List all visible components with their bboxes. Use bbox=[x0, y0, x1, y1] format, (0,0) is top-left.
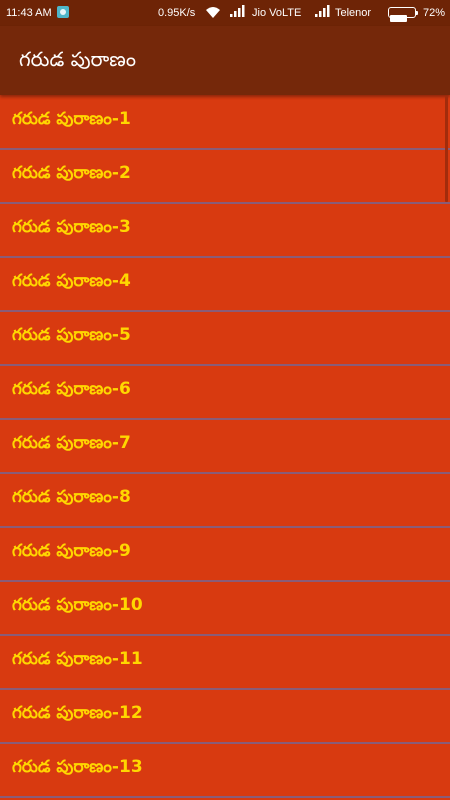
battery-icon bbox=[388, 7, 418, 22]
list-item[interactable]: గరుడ పురాణం-2 bbox=[0, 150, 450, 204]
list-item[interactable]: గరుడ పురాణం-1 bbox=[0, 96, 450, 150]
list-item-label: గరుడ పురాణం-1 bbox=[12, 109, 131, 129]
list-item[interactable]: గరుడ పురాణం-11 bbox=[0, 636, 450, 690]
signal-strength-icon bbox=[229, 4, 245, 21]
status-time: 11:43 AM bbox=[6, 7, 52, 19]
battery-fill bbox=[390, 15, 408, 22]
list-item[interactable]: గరుడ పురాణం-8 bbox=[0, 474, 450, 528]
list-item[interactable]: గరుడ పురాణం-7 bbox=[0, 420, 450, 474]
page-title: గరుడ పురాణం bbox=[19, 47, 136, 71]
app-notification-icon bbox=[57, 6, 69, 18]
battery-percent: 72% bbox=[423, 7, 446, 19]
list-item-label: గరుడ పురాణం-4 bbox=[12, 271, 131, 291]
list-item-label: గరుడ పురాణం-5 bbox=[12, 325, 131, 345]
list-item-label: గరుడ పురాణం-9 bbox=[12, 541, 131, 561]
list-item-label: గరుడ పురాణం-7 bbox=[12, 433, 131, 453]
list-item-label: గరుడ పురాణం-12 bbox=[12, 703, 143, 723]
app-bar: గరుడ పురాణం bbox=[0, 26, 450, 95]
list-item[interactable]: గరుడ పురాణం-4 bbox=[0, 258, 450, 312]
network-speed: 0.95K/s bbox=[158, 7, 196, 19]
carrier-2-name: Telenor bbox=[335, 7, 372, 19]
scrollbar[interactable] bbox=[445, 96, 448, 202]
list-item[interactable]: గరుడ పురాణం-12 bbox=[0, 690, 450, 744]
signal-strength-icon bbox=[314, 4, 330, 21]
list-item-label: గరుడ పురాణం-3 bbox=[12, 217, 131, 237]
wifi-icon bbox=[205, 5, 221, 22]
list-item[interactable]: గరుడ పురాణం-6 bbox=[0, 366, 450, 420]
list-item[interactable]: గరుడ పురాణం-10 bbox=[0, 582, 450, 636]
chapter-list[interactable]: గరుడ పురాణం-1 గరుడ పురాణం-2 గరుడ పురాణం-3 గ… bbox=[0, 96, 450, 800]
list-item-label: గరుడ పురాణం-10 bbox=[12, 595, 143, 615]
list-item-label: గరుడ పురాణం-6 bbox=[12, 379, 131, 399]
list-item[interactable]: గరుడ పురాణం-9 bbox=[0, 528, 450, 582]
list-item[interactable]: గరుడ పురాణం-5 bbox=[0, 312, 450, 366]
list-item-label: గరుడ పురాణం-8 bbox=[12, 487, 131, 507]
list-item-label: గరుడ పురాణం-11 bbox=[12, 649, 143, 669]
list-item-label: గరుడ పురాణం-2 bbox=[12, 163, 131, 183]
list-item[interactable]: గరుడ పురాణం-13 bbox=[0, 744, 450, 798]
carrier-1-name: Jio VoLTE bbox=[252, 7, 302, 19]
list-item-label: గరుడ పురాణం-13 bbox=[12, 757, 143, 777]
status-bar: 11:43 AM 0.95K/s Jio VoLTE Telenor 72% bbox=[0, 0, 450, 26]
list-item[interactable]: గరుడ పురాణం-3 bbox=[0, 204, 450, 258]
